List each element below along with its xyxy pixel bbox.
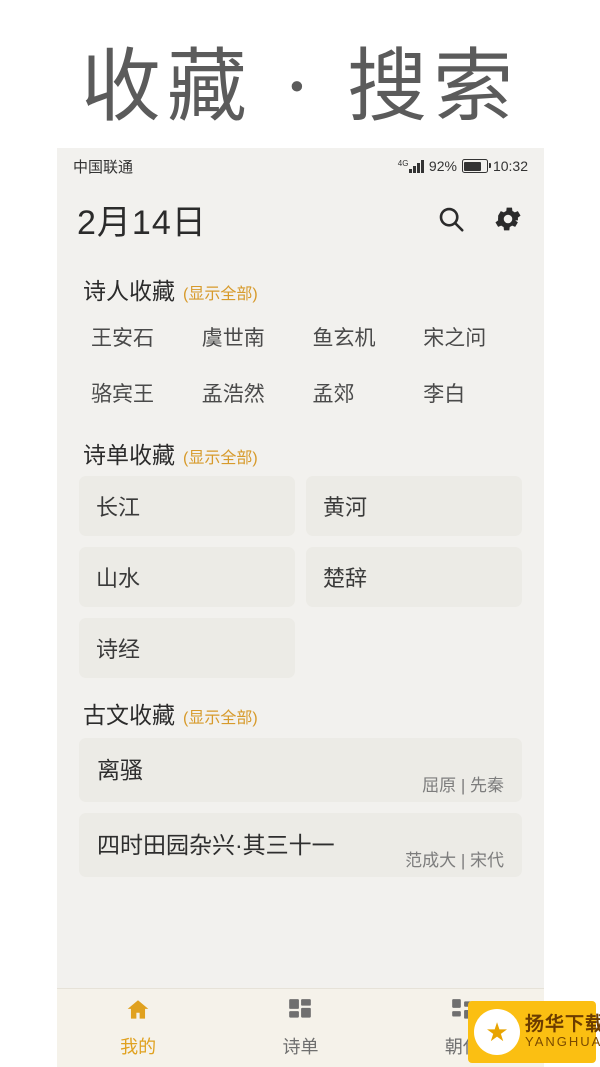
- poet-chip[interactable]: 李白: [411, 368, 522, 418]
- playlist-card[interactable]: 楚辞: [306, 547, 522, 607]
- app-bar: 2月14日: [57, 184, 544, 254]
- section-title: 古文收藏: [83, 702, 175, 728]
- nav-label: 我的: [120, 1037, 157, 1057]
- nav-item-playlists[interactable]: 诗单: [219, 997, 381, 1059]
- classic-meta: 范成大 | 宋代: [405, 851, 504, 870]
- playlist-card[interactable]: 山水: [79, 547, 295, 607]
- playlist-card[interactable]: 黄河: [306, 476, 522, 536]
- poet-chip[interactable]: 骆宾王: [79, 368, 190, 418]
- section-header-playlists: 诗单收藏 (显示全部): [83, 436, 522, 470]
- section-title: 诗人收藏: [83, 278, 175, 304]
- poet-chip[interactable]: 孟郊: [301, 368, 412, 418]
- poet-chip[interactable]: 鱼玄机: [301, 312, 412, 362]
- clock-label: 10:32: [492, 158, 528, 174]
- lion-logo-icon: ★: [474, 1009, 520, 1055]
- poet-chip[interactable]: 虞世南: [190, 312, 301, 362]
- show-all-link-classics[interactable]: (显示全部): [183, 704, 258, 728]
- playlist-card-grid: 长江 黄河 山水 楚辞 诗经: [79, 476, 522, 678]
- playlist-card[interactable]: 诗经: [79, 618, 295, 678]
- phone-screen: 中国联通 4G 92% 10:32 2月14日 诗人收藏 (显示全部) 王安石 …: [57, 148, 544, 1067]
- watermark-sub-label: YANGHUA.NET: [525, 1034, 600, 1050]
- section-header-classics: 古文收藏 (显示全部): [83, 696, 522, 730]
- poet-chip-list: 王安石 虞世南 鱼玄机 宋之问 骆宾王 孟浩然 孟郊 李白: [79, 312, 522, 418]
- home-icon: [125, 997, 151, 1028]
- main-content: 诗人收藏 (显示全部) 王安石 虞世南 鱼玄机 宋之问 骆宾王 孟浩然 孟郊 李…: [57, 254, 544, 994]
- classic-meta: 屈原 | 先秦: [422, 776, 504, 795]
- watermark: ★ 扬华下载 YANGHUA.NET: [468, 1001, 600, 1063]
- signal-icon: 4G: [397, 158, 424, 173]
- page-headline: 收藏 · 搜索: [80, 40, 520, 133]
- status-bar: 中国联通 4G 92% 10:32: [57, 148, 544, 184]
- battery-icon: [461, 159, 491, 173]
- page-title: 2月14日: [77, 203, 207, 242]
- battery-percent-label: 92%: [428, 158, 457, 174]
- grid-icon: [287, 997, 313, 1028]
- section-title: 诗单收藏: [83, 442, 175, 468]
- nav-item-mine[interactable]: 我的: [57, 997, 219, 1059]
- signal-bars-icon: [409, 159, 424, 173]
- section-header-poets: 诗人收藏 (显示全部): [83, 272, 522, 306]
- playlist-card[interactable]: 长江: [79, 476, 295, 536]
- poet-chip[interactable]: 孟浩然: [190, 368, 301, 418]
- classic-list: 离骚 屈原 | 先秦 四时田园杂兴·其三十一 范成大 | 宋代: [79, 738, 522, 877]
- nav-label: 诗单: [282, 1037, 319, 1057]
- carrier-label: 中国联通: [73, 158, 134, 176]
- show-all-link-poets[interactable]: (显示全部): [183, 280, 258, 304]
- poet-chip[interactable]: 宋之问: [411, 312, 522, 362]
- show-all-link-playlists[interactable]: (显示全部): [183, 444, 258, 468]
- list-item[interactable]: 四时田园杂兴·其三十一 范成大 | 宋代: [79, 813, 522, 877]
- watermark-main-label: 扬华下载: [525, 1013, 600, 1035]
- search-icon[interactable]: [436, 204, 466, 234]
- list-item[interactable]: 离骚 屈原 | 先秦: [79, 738, 522, 802]
- gear-icon[interactable]: [492, 203, 524, 235]
- network-type-label: 4G: [397, 158, 409, 168]
- poet-chip[interactable]: 王安石: [79, 312, 190, 362]
